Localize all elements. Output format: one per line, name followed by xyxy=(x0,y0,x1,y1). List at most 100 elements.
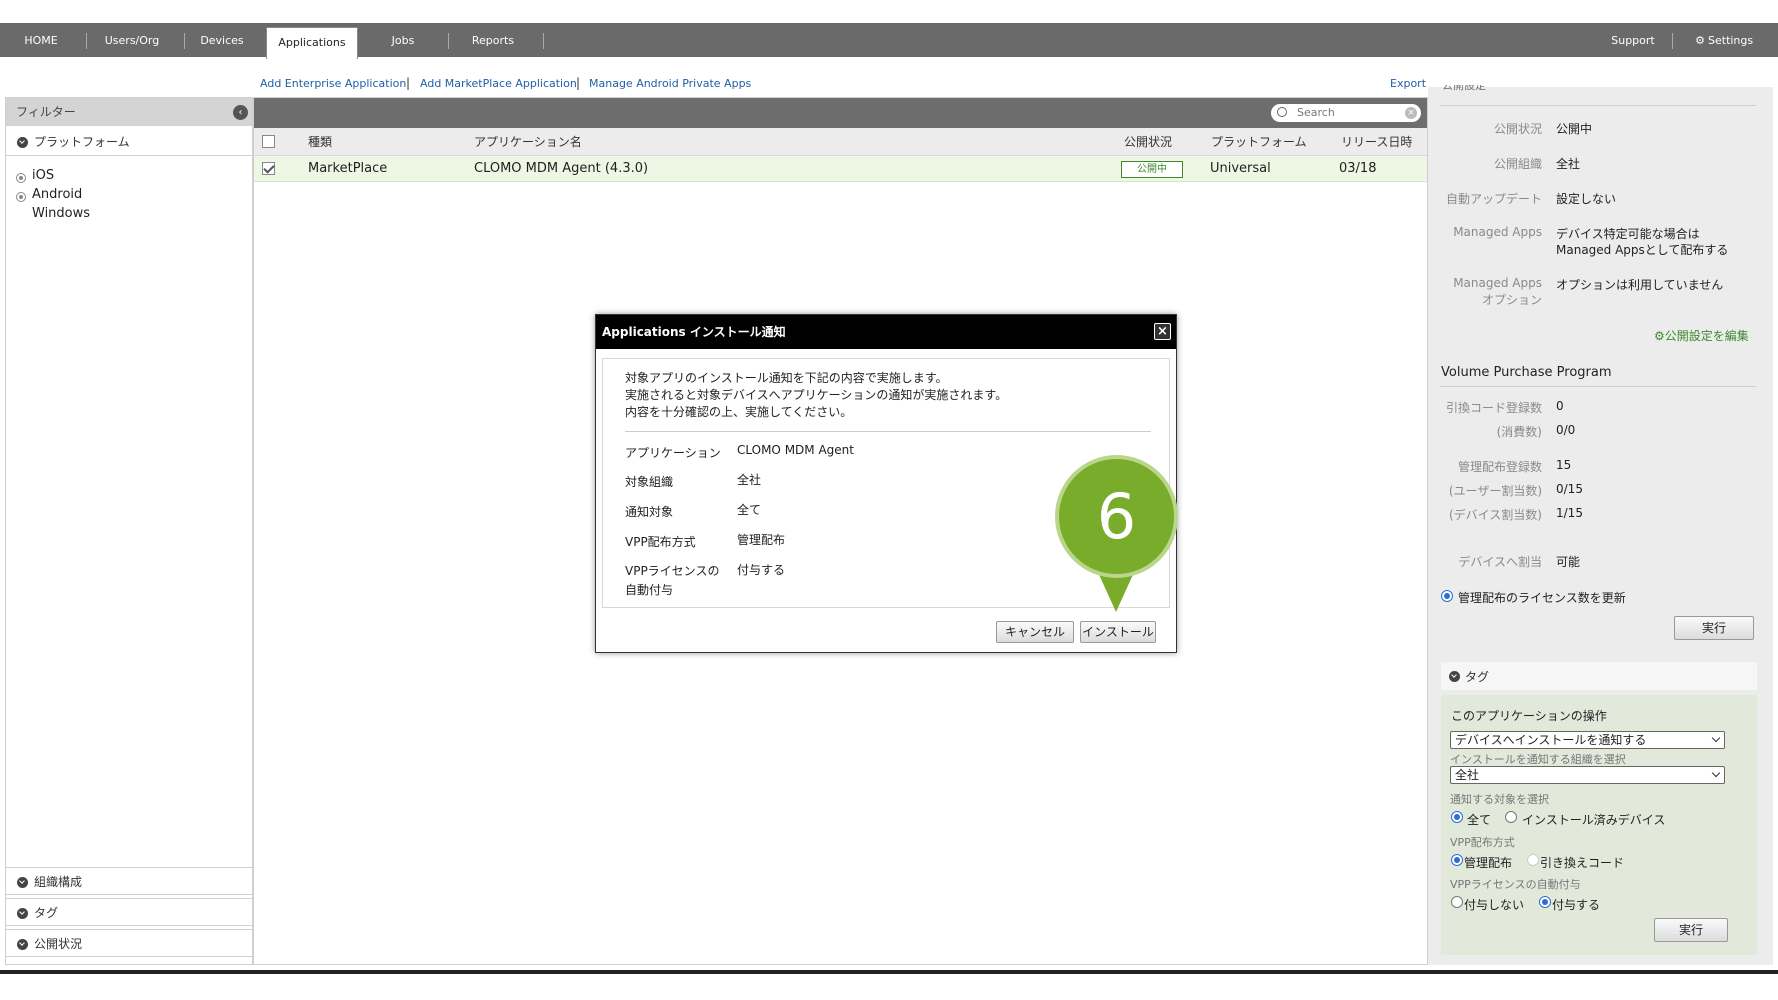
intro-line-2: 実施されると対象デバイスへアプリケーションの通知が実施されます。 xyxy=(625,388,1008,402)
section-title-partial: 公開設定 xyxy=(1442,85,1486,92)
org-select[interactable]: 全社 xyxy=(1450,766,1725,784)
chevron-down-icon xyxy=(17,877,28,888)
edit-icon: ⚙ xyxy=(1654,329,1665,343)
chevron-down-icon xyxy=(17,939,28,950)
org-select-value: 全社 xyxy=(1455,768,1480,782)
dialog-title: Applications インストール通知 xyxy=(602,325,786,339)
gear-icon[interactable]: ⚙ xyxy=(1690,23,1710,57)
publish-section[interactable]: 公開状況 xyxy=(6,929,252,957)
device-assign-value: 可能 xyxy=(1556,555,1581,569)
divider xyxy=(1440,105,1756,106)
header-release[interactable]: リリース日時 xyxy=(1341,128,1412,156)
publish-org-label: 公開組織 xyxy=(1493,157,1542,171)
cell-name: CLOMO MDM Agent (4.3.0) xyxy=(474,161,649,176)
target-installed-radio[interactable] xyxy=(1505,811,1517,823)
vpp-managed-radio[interactable] xyxy=(1451,854,1463,866)
clear-icon[interactable]: × xyxy=(1405,107,1417,119)
manage-android-link[interactable]: Manage Android Private Apps xyxy=(589,77,751,90)
vpp-title: Volume Purchase Program xyxy=(1441,365,1612,380)
platform-windows[interactable]: Windows xyxy=(32,206,90,221)
filter-sidebar: フィルター ‹ プラットフォーム iOS Android Windows 組織構… xyxy=(5,97,253,965)
target-all-radio[interactable] xyxy=(1451,811,1463,823)
header-type[interactable]: 種類 xyxy=(308,128,332,156)
managed-apps-value-line2: Managed Appsとして配布する xyxy=(1556,243,1729,257)
status-badge: 公開中 xyxy=(1121,161,1183,178)
platform-section[interactable]: プラットフォーム xyxy=(6,128,252,156)
tag-header[interactable]: タグ xyxy=(1441,662,1757,690)
update-license-radio[interactable] xyxy=(1441,590,1453,602)
vpp-redeem-radio-label: 引き換えコード xyxy=(1540,856,1625,870)
nav-users-org[interactable]: Users/Org xyxy=(92,23,172,57)
search-icon xyxy=(1277,107,1287,117)
header-status[interactable]: 公開状況 xyxy=(1124,128,1172,156)
vpp-redeem-radio[interactable] xyxy=(1527,854,1539,866)
export-link[interactable]: Export xyxy=(1390,77,1426,90)
org-label: 対象組織 xyxy=(625,475,674,489)
app-label: アプリケーション xyxy=(625,446,721,460)
nav-separator xyxy=(86,33,87,49)
chevron-down-icon xyxy=(1711,768,1721,778)
edit-publish-link[interactable]: ⚙公開設定を編集 xyxy=(1654,327,1749,344)
list-toolbar: Search × xyxy=(254,98,1427,128)
operation-select[interactable]: デバイスへインストールを通知する xyxy=(1450,731,1725,749)
target-all-label: 全て xyxy=(1467,813,1492,827)
add-marketplace-link[interactable]: Add MarketPlace Application xyxy=(420,77,577,90)
managed-apps-option-label-line2: オプション xyxy=(1481,293,1542,307)
nav-home[interactable]: HOME xyxy=(10,23,72,57)
vpp-managed-label: 管理配布登録数 xyxy=(1457,460,1542,474)
intro-line-3: 内容を十分確認の上、実施してください。 xyxy=(625,405,853,419)
nav-separator xyxy=(1672,33,1673,49)
nav-jobs[interactable]: Jobs xyxy=(372,23,434,57)
vpp-auto-label-line1: VPPライセンスの xyxy=(625,564,720,578)
intro-line-1: 対象アプリのインストール通知を下記の内容で実施します。 xyxy=(625,371,948,385)
nav-devices[interactable]: Devices xyxy=(192,23,252,57)
step-callout: 6 xyxy=(1055,455,1178,578)
target-label: 通知する対象を選択 xyxy=(1450,793,1549,806)
vpp-redeem-label: 引換コード登録数 xyxy=(1445,401,1542,415)
bottom-border xyxy=(0,970,1778,974)
org-value: 全社 xyxy=(737,473,762,487)
search-placeholder: Search xyxy=(1297,106,1335,119)
cancel-button[interactable]: キャンセル xyxy=(996,621,1074,643)
target-label: 通知対象 xyxy=(625,505,674,519)
publish-section-label: 公開状況 xyxy=(34,937,83,951)
vpp-managed-radio-label: 管理配布 xyxy=(1464,856,1513,870)
expand-icon[interactable] xyxy=(16,192,26,202)
collapse-icon[interactable]: ‹ xyxy=(233,105,248,120)
select-all-checkbox[interactable] xyxy=(262,135,275,148)
header-name[interactable]: アプリケーション名 xyxy=(474,128,582,156)
search-input[interactable]: Search × xyxy=(1271,104,1421,122)
link-separator: | xyxy=(406,76,411,90)
vpp-auto-no-radio[interactable] xyxy=(1451,896,1463,908)
cell-platform: Universal xyxy=(1210,161,1271,176)
chevron-down-icon xyxy=(1449,671,1460,682)
row-checkbox[interactable] xyxy=(262,162,275,175)
platform-ios[interactable]: iOS xyxy=(32,168,54,183)
operation-select-value: デバイスへインストールを通知する xyxy=(1455,733,1647,747)
filter-title: フィルター xyxy=(16,105,76,119)
edit-publish-label: 公開設定を編集 xyxy=(1664,329,1749,343)
vpp-auto-yes-label: 付与する xyxy=(1552,898,1601,912)
nav-settings[interactable]: Settings xyxy=(1708,23,1768,57)
close-icon[interactable]: × xyxy=(1154,323,1171,340)
run-button[interactable]: 実行 xyxy=(1674,616,1754,640)
run-button-2[interactable]: 実行 xyxy=(1654,918,1728,942)
add-enterprise-link[interactable]: Add Enterprise Application xyxy=(260,77,406,90)
table-row[interactable]: MarketPlace CLOMO MDM Agent (4.3.0) 公開中 … xyxy=(254,156,1427,182)
nav-applications[interactable]: Applications xyxy=(266,27,358,59)
cell-type: MarketPlace xyxy=(308,161,388,176)
platform-android[interactable]: Android xyxy=(32,187,82,202)
nav-support[interactable]: Support xyxy=(1598,23,1668,57)
header-platform[interactable]: プラットフォーム xyxy=(1211,128,1307,156)
vpp-auto-yes-radio[interactable] xyxy=(1539,896,1551,908)
auto-update-label: 自動アップデート xyxy=(1445,192,1542,206)
nav-separator xyxy=(543,33,544,49)
operation-title: このアプリケーションの操作 xyxy=(1451,709,1607,723)
nav-reports[interactable]: Reports xyxy=(458,23,528,57)
filter-header: フィルター ‹ xyxy=(6,98,252,126)
auto-update-value: 設定しない xyxy=(1556,192,1617,206)
tag-section[interactable]: タグ xyxy=(6,898,252,926)
org-section[interactable]: 組織構成 xyxy=(6,867,252,895)
install-button[interactable]: インストール xyxy=(1080,621,1156,643)
expand-icon[interactable] xyxy=(16,173,26,183)
